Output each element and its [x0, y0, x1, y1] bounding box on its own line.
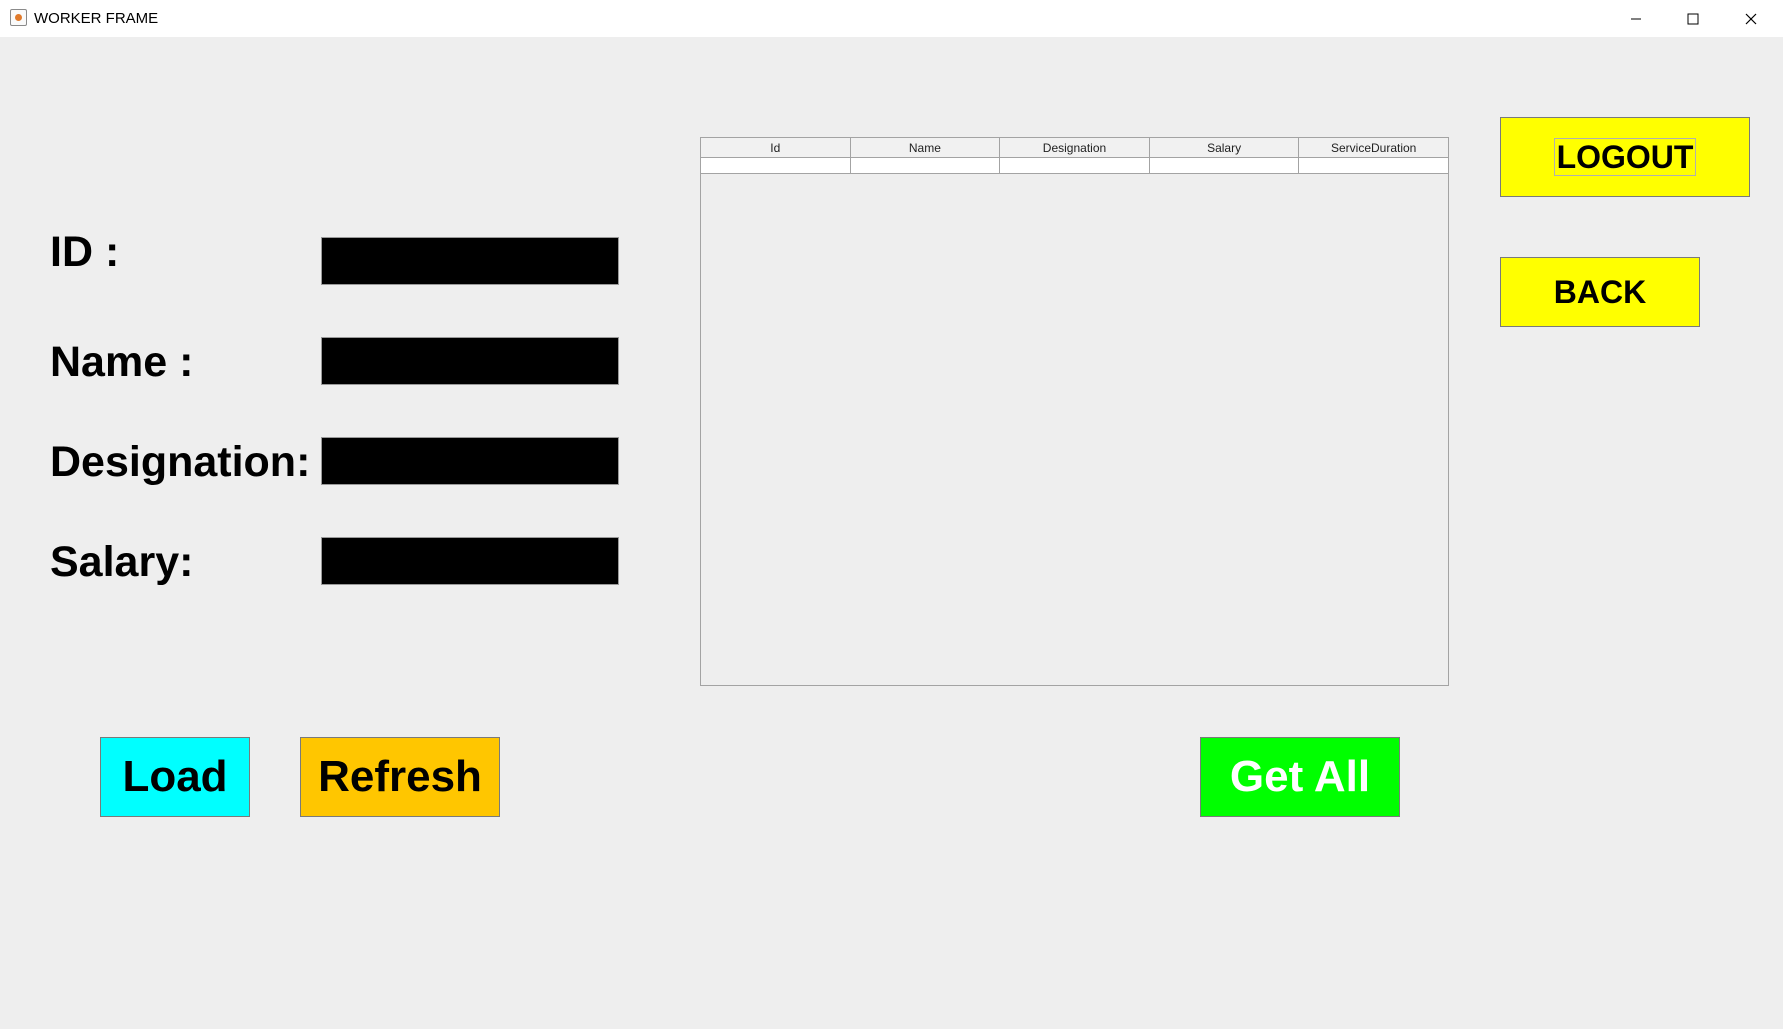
logout-button[interactable]: LOGOUT: [1500, 117, 1750, 197]
get-all-button[interactable]: Get All: [1200, 737, 1400, 817]
salary-label: Salary:: [50, 538, 194, 586]
table-cell[interactable]: [1000, 158, 1150, 174]
refresh-button[interactable]: Refresh: [300, 737, 500, 817]
column-header-id[interactable]: Id: [701, 138, 851, 158]
table-cell[interactable]: [701, 158, 851, 174]
java-app-icon: [10, 9, 27, 26]
logout-button-label: LOGOUT: [1553, 138, 1697, 176]
maximize-button[interactable]: [1664, 0, 1721, 37]
column-header-service-duration[interactable]: ServiceDuration: [1299, 138, 1448, 158]
minimize-button[interactable]: [1607, 0, 1664, 37]
close-button[interactable]: [1722, 0, 1779, 37]
table-row[interactable]: [701, 158, 1448, 174]
close-icon: [1745, 13, 1756, 24]
designation-label: Designation:: [50, 438, 311, 486]
window-title: WORKER FRAME: [34, 10, 159, 27]
table-cell[interactable]: [850, 158, 1001, 174]
minimize-icon: [1630, 18, 1641, 19]
workers-table[interactable]: Id Name Designation Salary ServiceDurati…: [700, 137, 1449, 686]
id-field[interactable]: [321, 237, 619, 285]
name-field[interactable]: [321, 337, 619, 385]
column-header-salary[interactable]: Salary: [1149, 138, 1300, 158]
back-button[interactable]: BACK: [1500, 257, 1700, 327]
column-header-designation[interactable]: Designation: [1000, 138, 1150, 158]
load-button[interactable]: Load: [100, 737, 250, 817]
table-cell[interactable]: [1299, 158, 1448, 174]
title-bar: WORKER FRAME: [0, 0, 1783, 37]
id-label: ID :: [50, 228, 120, 276]
column-header-name[interactable]: Name: [850, 138, 1001, 158]
table-header: Id Name Designation Salary ServiceDurati…: [701, 138, 1448, 158]
name-label: Name :: [50, 338, 194, 386]
designation-field[interactable]: [321, 437, 619, 485]
table-cell[interactable]: [1149, 158, 1300, 174]
maximize-icon: [1687, 13, 1698, 24]
salary-field[interactable]: [321, 537, 619, 585]
